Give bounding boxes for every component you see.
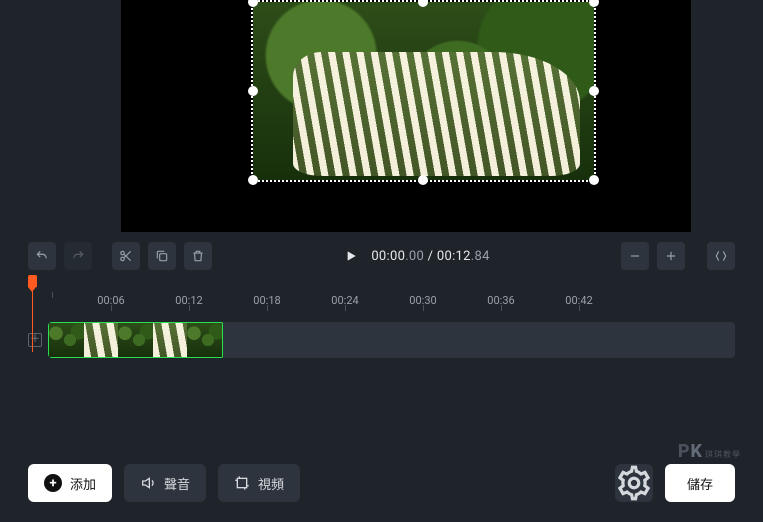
resize-handle-e[interactable] (589, 86, 599, 96)
video-button[interactable]: 視頻 (218, 464, 300, 502)
settings-button[interactable] (615, 464, 653, 502)
add-label: 添加 (70, 474, 96, 493)
playhead-handle[interactable] (28, 275, 37, 287)
current-time: 00:00 (371, 249, 405, 264)
video-canvas[interactable] (121, 0, 691, 232)
resize-handle-ne[interactable] (589, 0, 599, 7)
audio-label: 聲音 (164, 474, 190, 493)
cut-button[interactable] (112, 242, 140, 270)
fit-button[interactable] (707, 242, 735, 270)
total-time: 00:12 (437, 249, 471, 264)
resize-handle-w[interactable] (248, 86, 258, 96)
duplicate-button[interactable] (148, 242, 176, 270)
save-label: 儲存 (687, 474, 713, 493)
video-label: 視頻 (258, 474, 284, 493)
clip-thumb (84, 323, 119, 357)
ruler-tick: 00:24 (306, 294, 384, 307)
clip-thumb (153, 323, 188, 357)
zoom-in-button[interactable] (657, 242, 685, 270)
play-button[interactable] (343, 248, 359, 264)
ruler-tick: 00:18 (228, 294, 306, 307)
clip-thumb (49, 323, 84, 357)
clip-thumb (187, 323, 222, 357)
resize-handle-nw[interactable] (248, 0, 258, 7)
redo-button[interactable] (64, 242, 92, 270)
zoom-out-button[interactable] (621, 242, 649, 270)
playback-controls: 00:00.00 / 00:12.84 (343, 248, 489, 264)
add-button[interactable]: + 添加 (28, 464, 112, 502)
timeline: 00:06 00:12 00:18 00:24 00:30 00:36 00:4… (0, 280, 763, 358)
time-sep: / (424, 249, 437, 264)
clip-thumb (118, 323, 153, 357)
ruler-tick: 00:42 (540, 294, 618, 307)
gear-icon (615, 464, 653, 502)
current-time-frac: .00 (405, 249, 424, 264)
resize-handle-s[interactable] (418, 175, 428, 185)
preview-area (0, 0, 763, 232)
selection-frame[interactable] (251, 0, 596, 182)
plus-icon: + (44, 474, 62, 492)
audio-button[interactable]: 聲音 (124, 464, 206, 502)
bottom-bar: + 添加 聲音 視頻 儲存 (0, 448, 763, 522)
selected-clip-image (253, 2, 594, 180)
undo-button[interactable] (28, 242, 56, 270)
ruler-tick: 00:06 (72, 294, 150, 307)
resize-handle-sw[interactable] (248, 175, 258, 185)
ruler-tick: 00:36 (462, 294, 540, 307)
ruler-tick: 00:30 (384, 294, 462, 307)
resize-handle-se[interactable] (589, 175, 599, 185)
timeline-clip[interactable] (48, 322, 223, 358)
delete-button[interactable] (184, 242, 212, 270)
crop-icon (234, 475, 250, 491)
save-button[interactable]: 儲存 (665, 464, 735, 502)
ruler-tick: 00:12 (150, 294, 228, 307)
speaker-icon (140, 475, 156, 491)
add-track-button[interactable]: ＋ (28, 333, 42, 347)
editor-toolbar: 00:00.00 / 00:12.84 (0, 232, 763, 280)
total-time-frac: .84 (471, 249, 490, 264)
timecode-display: 00:00.00 / 00:12.84 (371, 249, 489, 264)
time-ruler[interactable]: 00:06 00:12 00:18 00:24 00:30 00:36 00:4… (28, 294, 763, 316)
video-track[interactable] (48, 322, 735, 358)
